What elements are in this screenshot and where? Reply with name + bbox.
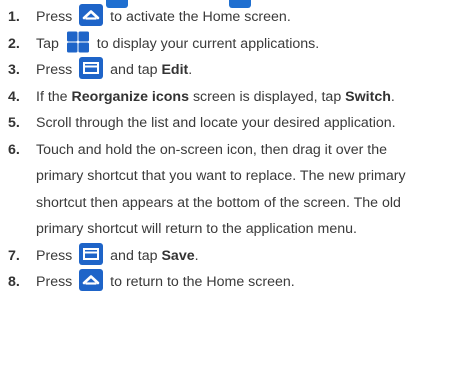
step-text: Press <box>36 247 73 264</box>
step-number: 1. <box>8 9 20 25</box>
step-3: 3. Press and tap Edit. <box>0 57 472 84</box>
step-text: Press <box>36 274 73 290</box>
step-text: screen is displayed, tap <box>192 88 342 105</box>
step-text: Scroll through the list and locate your … <box>36 115 396 131</box>
step-8: 8. Press to return to the Home screen. <box>0 269 472 296</box>
step-text: . <box>188 62 193 78</box>
step-text: primary shortcut will return to the appl… <box>36 221 357 237</box>
step-text: and tap <box>110 247 158 264</box>
home-icon <box>79 269 104 291</box>
reorganize-icons-label: Reorganize icons <box>71 88 189 105</box>
menu-icon <box>79 57 104 79</box>
apps-grid-icon <box>66 31 90 53</box>
step-text: to display your current applications. <box>96 35 320 52</box>
home-icon <box>79 4 104 26</box>
step-text: primary shortcut that you want to replac… <box>36 168 406 184</box>
step-text: and tap <box>110 62 158 78</box>
step-number: 2. <box>8 35 20 52</box>
step-7: 7. Press and tap Save. <box>0 242 472 270</box>
step-6: 6. Touch and hold the on-screen icon, th… <box>0 137 472 243</box>
step-number: 7. <box>8 247 20 264</box>
step-2: 2. Tap to display your current applicati… <box>0 31 472 58</box>
step-5: 5. Scroll through the list and locate yo… <box>0 110 472 137</box>
step-text: Touch and hold the on-screen icon, then … <box>36 141 387 158</box>
switch-label: Switch <box>345 88 391 105</box>
step-1: 1. Press to activate the Home screen. <box>0 4 472 31</box>
step-text: Press <box>36 9 73 25</box>
step-text: to return to the Home screen. <box>110 274 295 290</box>
step-4: 4. If the Reorganize icons screen is dis… <box>0 84 472 111</box>
step-text: Press <box>36 62 73 78</box>
step-number: 6. <box>8 141 20 158</box>
step-text: shortcut then appears at the bottom of t… <box>36 194 401 211</box>
step-number: 3. <box>8 62 20 78</box>
instruction-list: 1. Press to activate the Home screen. 2.… <box>0 4 472 296</box>
step-number: 8. <box>8 274 20 290</box>
step-number: 5. <box>8 115 20 131</box>
save-label: Save <box>161 247 195 264</box>
menu-icon <box>79 242 104 265</box>
step-text: Tap <box>36 35 59 52</box>
step-text: If the <box>36 88 68 105</box>
step-text: . <box>194 247 199 264</box>
step-text: . <box>390 88 395 105</box>
step-number: 4. <box>8 88 20 105</box>
step-text: to activate the Home screen. <box>110 9 291 25</box>
edit-label: Edit <box>161 62 189 78</box>
